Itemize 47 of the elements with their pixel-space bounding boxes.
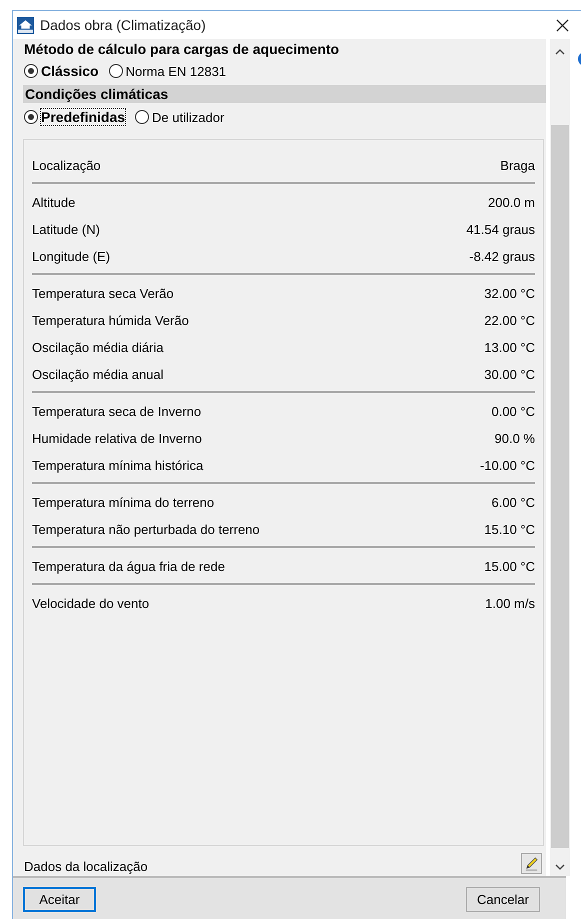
pencil-icon [524, 856, 539, 871]
app-icon [17, 16, 34, 34]
field-value: 32.00 °C [484, 286, 535, 301]
field-value: 15.00 °C [484, 559, 535, 574]
field-label: Longitude (E) [32, 249, 110, 264]
radio-option[interactable]: Clássico [24, 63, 99, 79]
field-label: Oscilação média diária [32, 340, 164, 355]
field-value: 200.0 m [488, 195, 535, 210]
field-value: 15.10 °C [484, 522, 535, 537]
field-label: Temperatura mínima do terreno [32, 495, 214, 510]
field-value: 22.00 °C [484, 313, 535, 328]
field-value: -10.00 °C [480, 458, 535, 473]
field-label: Altitude [32, 195, 76, 210]
section-header: Condições climáticas [23, 85, 546, 103]
edit-button[interactable] [521, 853, 542, 874]
field-label: Temperatura húmida Verão [32, 313, 189, 328]
field-value: Braga [500, 158, 535, 173]
field-label: Velocidade do vento [32, 596, 150, 611]
field-value: 30.00 °C [484, 367, 535, 382]
radio-option[interactable]: Predefinidas [24, 109, 126, 125]
field-label: Temperatura seca de Inverno [32, 404, 202, 419]
field-label: Latitude (N) [32, 222, 100, 237]
field-value: 13.00 °C [484, 340, 535, 355]
field-label: Localização [32, 158, 101, 173]
scrollbar[interactable] [550, 39, 570, 876]
section-title: Método de cálculo para cargas de aquecimento [23, 40, 340, 57]
close-icon[interactable] [556, 18, 569, 32]
scroll-up-icon[interactable] [555, 49, 565, 55]
radio-option[interactable]: De utilizador [135, 109, 224, 125]
field-label: Temperatura não perturbada do terreno [32, 522, 260, 537]
dialog-button[interactable]: Cancelar [466, 886, 540, 912]
field-value: 0.00 °C [491, 404, 535, 419]
field-value: 6.00 °C [491, 495, 535, 510]
field-label: Temperatura seca Verão [32, 286, 174, 301]
window-title: Dados obra (Climatização) [40, 17, 206, 33]
field-value: 90.0 % [494, 431, 535, 446]
scroll-down-icon[interactable] [555, 864, 565, 870]
field-label: Temperatura mínima histórica [32, 458, 204, 473]
dialog-button[interactable]: Aceitar [23, 886, 96, 912]
field-label: Oscilação média anual [32, 367, 164, 382]
field-label: Temperatura da água fria de rede [32, 559, 225, 574]
field-label: Humidade relativa de Inverno [32, 431, 202, 446]
field-value: -8.42 graus [469, 249, 535, 264]
field-value: 41.54 graus [466, 222, 535, 237]
field-value: 1.00 m/s [485, 596, 535, 611]
location-label: Dados da localização [24, 859, 148, 874]
radio-option[interactable]: Norma EN 12831 [108, 63, 226, 79]
